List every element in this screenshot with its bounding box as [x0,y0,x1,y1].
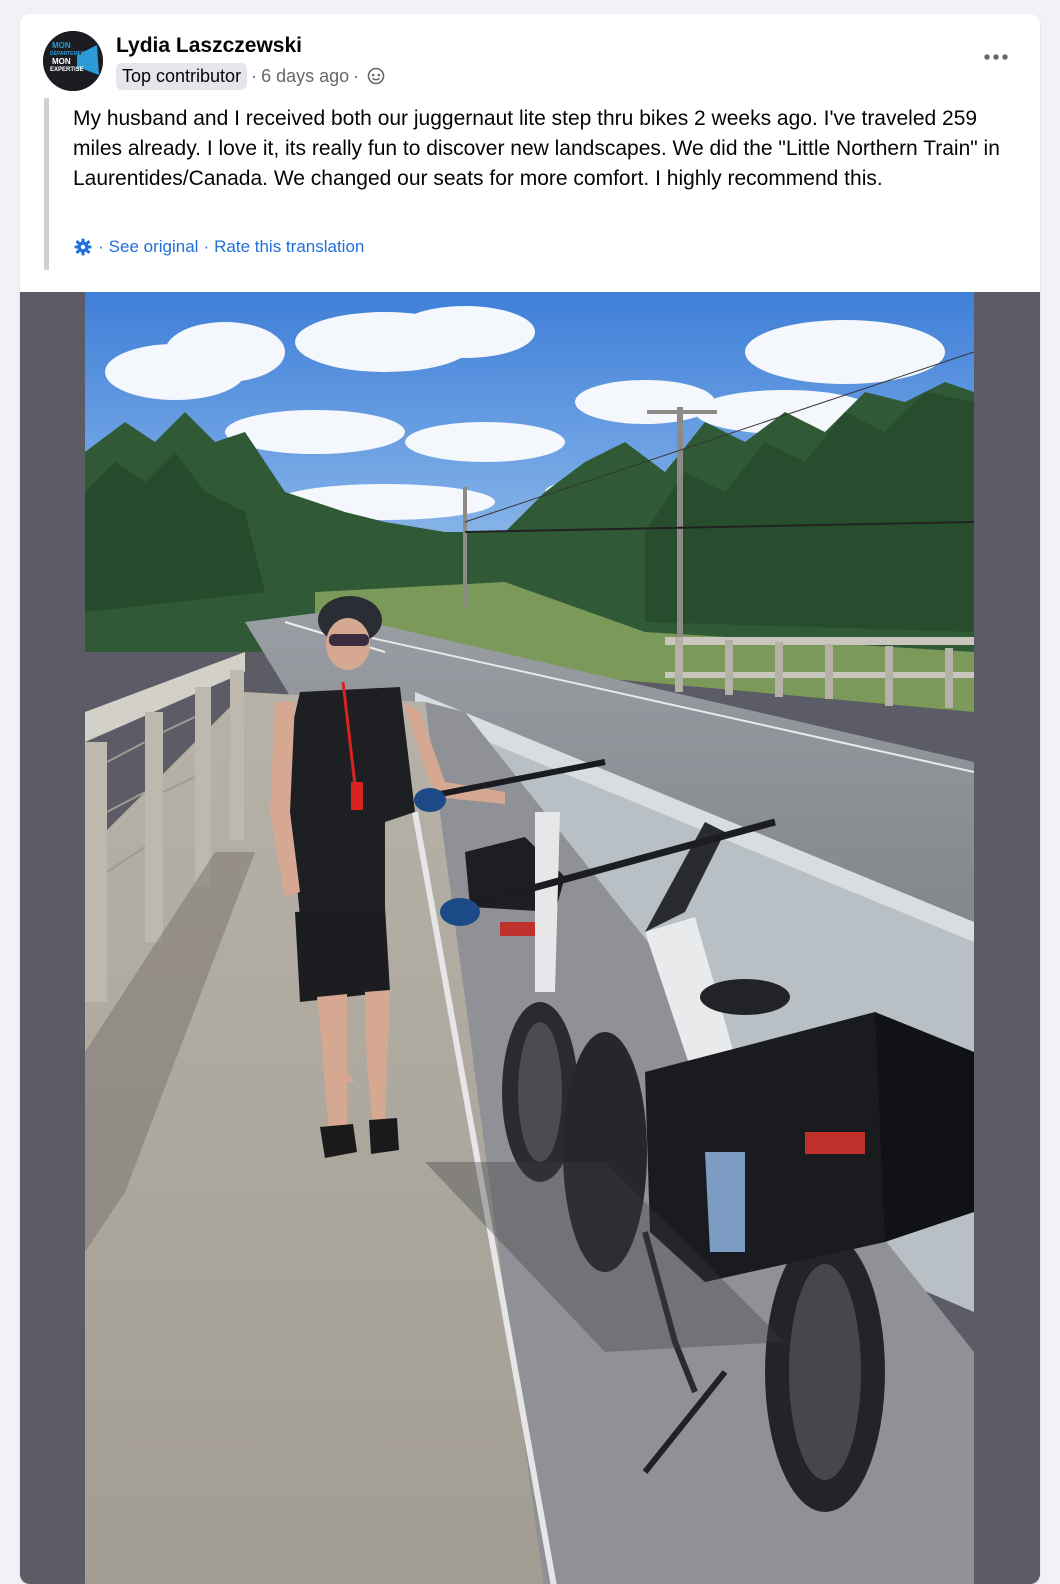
avatar-text-2: DÉPARTEMENT [50,49,88,57]
post-timestamp[interactable]: 6 days ago [261,66,349,87]
see-original-link[interactable]: See original [109,237,199,257]
gear-icon[interactable] [73,237,93,257]
avatar-text-1: MON [52,41,71,50]
more-options-button[interactable] [976,42,1016,72]
translation-separator-2: · [203,237,210,256]
translation-quote-bar [44,98,49,270]
translation-controls: · See original · Rate this translation [73,237,364,257]
photo-illustration [85,292,974,1584]
avatar-logo: MON DÉPARTEMENT MON EXPERTISE [43,31,103,91]
author-name[interactable]: Lydia Laszczewski [116,34,302,58]
translation-separator: · [98,237,104,256]
post-card: MON DÉPARTEMENT MON EXPERTISE Lydia Lasz… [20,14,1040,1584]
avatar-text-4: EXPERTISE [50,67,84,73]
meta-separator: · [251,65,258,86]
post-photo[interactable] [85,292,974,1584]
more-options-icon [984,54,1008,60]
post-meta: Top contributor · 6 days ago · [116,62,385,90]
avatar-text-3: MON [52,57,71,66]
author-avatar[interactable]: MON DÉPARTEMENT MON EXPERTISE [43,31,103,91]
photo-container [20,292,1040,1584]
post-text: My husband and I received both our jugge… [73,107,1000,190]
rate-translation-link[interactable]: Rate this translation [214,237,364,257]
top-contributor-badge[interactable]: Top contributor [116,62,248,90]
public-globe-icon[interactable] [367,67,385,85]
meta-separator-2: · [353,65,360,86]
